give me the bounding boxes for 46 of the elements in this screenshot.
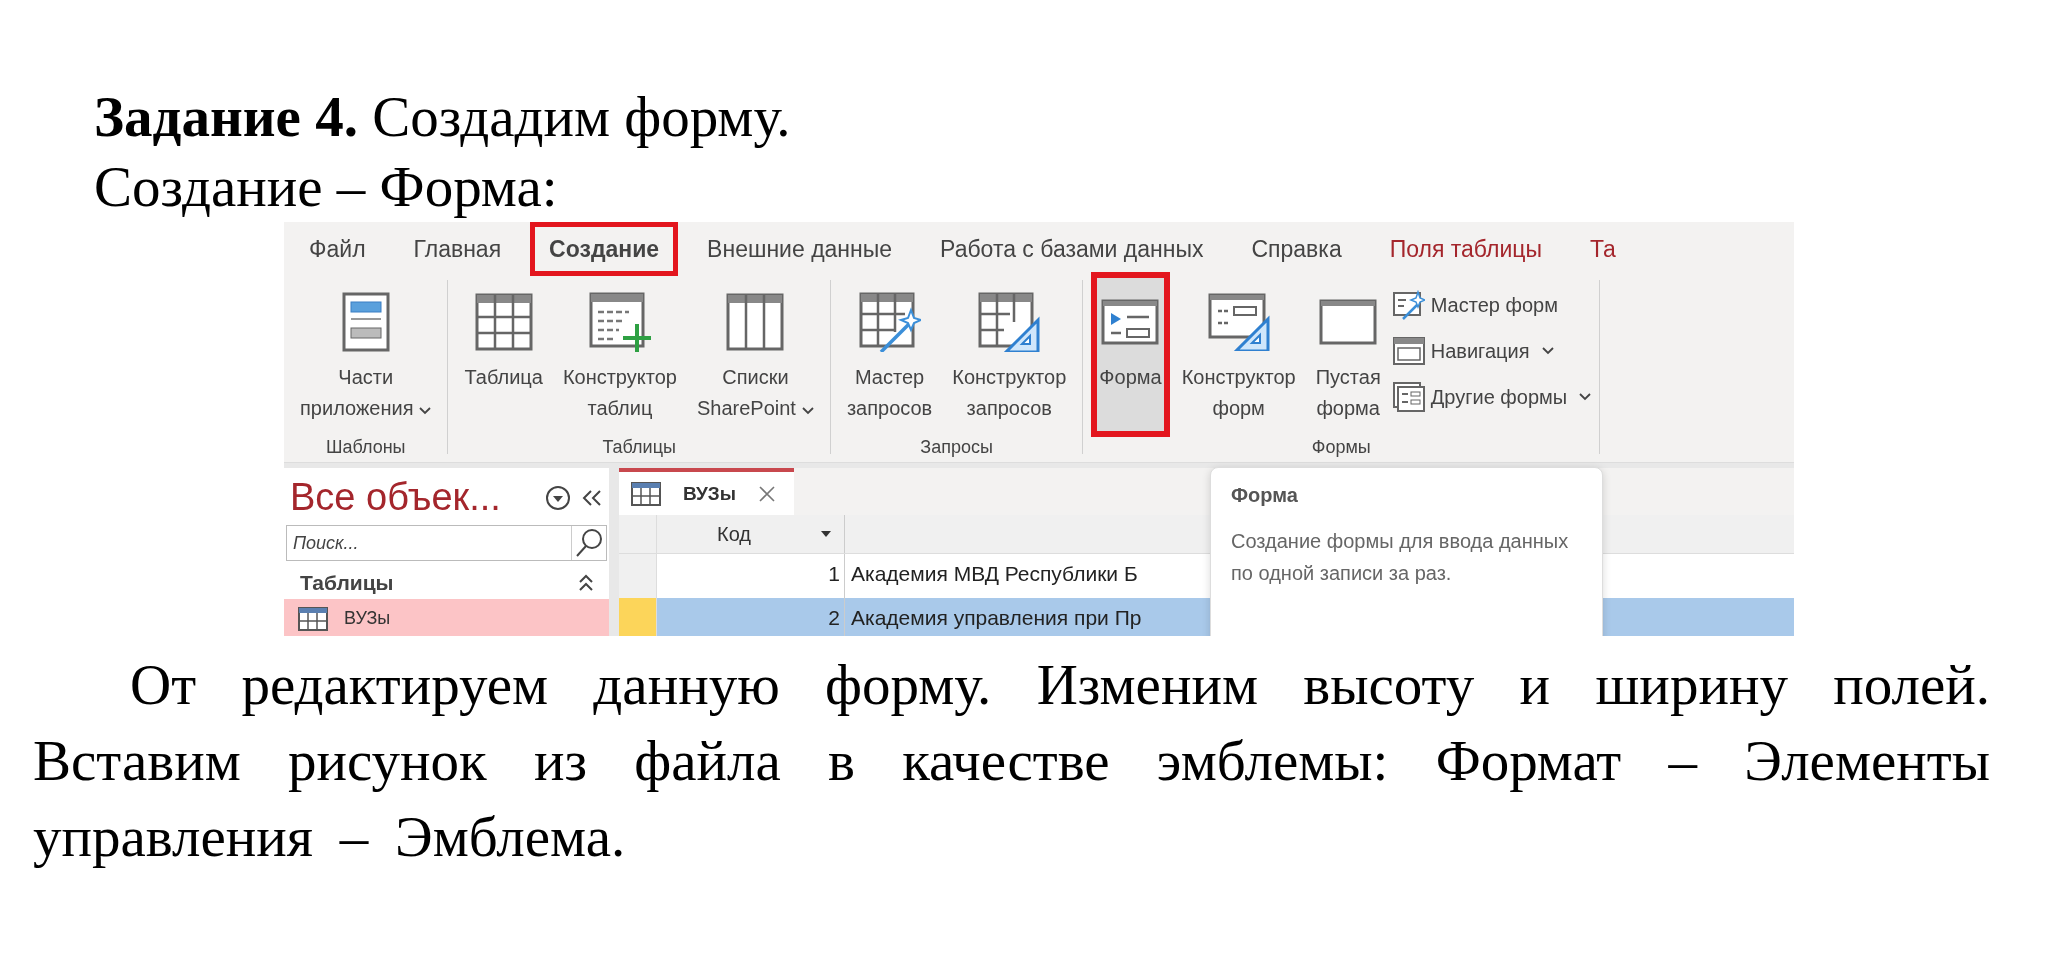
table-plus-icon [588, 292, 651, 352]
table-cell: 1 [828, 562, 840, 585]
chevron-down-icon [419, 407, 432, 415]
blank-form-icon [1319, 299, 1378, 345]
document-tab[interactable]: ВУЗы [619, 468, 794, 515]
table-cell: Академия управления при Пр [851, 606, 1142, 629]
group-label: Запросы [919, 437, 994, 459]
task-heading: Задание 4. Создадим форму. [93, 84, 792, 150]
ribbon-button[interactable]: Другие формы [1392, 378, 1592, 416]
chevron-down-icon [1541, 347, 1554, 355]
group-label: Таблицы [601, 437, 677, 459]
navigation-form-icon [1392, 337, 1425, 365]
pane-title[interactable]: Все объек... [290, 476, 535, 519]
chevron-down-icon [801, 407, 814, 415]
column-header[interactable]: Код [657, 515, 845, 553]
task-subheading: Создание – Форма: [93, 154, 559, 220]
forms-icon [1392, 382, 1425, 412]
caret-icon[interactable] [820, 530, 832, 538]
form-icon [1101, 299, 1160, 345]
table-cell: 2 [828, 606, 840, 629]
collapse-up-icon[interactable] [577, 574, 595, 592]
table-icon [631, 481, 661, 506]
table-cell: Академия МВД Республики Б [851, 562, 1138, 585]
ribbon-tab[interactable]: Создание [530, 222, 679, 276]
list-columns-icon [726, 293, 785, 351]
tooltip-title: Форма [1231, 484, 1299, 507]
form-ruler-icon [1207, 293, 1270, 351]
search-field[interactable]: Поиск... [286, 525, 607, 561]
table-grid-icon [474, 293, 533, 351]
form-layout-icon [341, 292, 390, 352]
ribbon-button[interactable]: Мастер форм [1392, 286, 1592, 324]
table-wand-icon [858, 292, 921, 352]
section-header[interactable]: Таблицы [300, 571, 394, 595]
group-label: Формы [1310, 437, 1372, 459]
ribbon-button[interactable]: Форма [1091, 272, 1170, 437]
table-icon [298, 606, 328, 631]
group-label: Шаблоны [324, 437, 407, 459]
dropdown-circle-icon[interactable] [545, 484, 571, 511]
chevron-down-icon [1579, 393, 1592, 401]
collapse-icon[interactable] [581, 488, 603, 507]
navigation-item[interactable]: ВУЗы [284, 599, 609, 636]
ribbon-tab[interactable]: Та [1570, 222, 1635, 276]
table-ruler-icon [978, 292, 1041, 352]
close-icon[interactable] [757, 484, 776, 503]
ribbon-button[interactable]: Навигация [1392, 332, 1592, 370]
task-paragraph: От редактируем данную форму. Изменим высоту и ширину полей. Вставим рисунок из файла в качестве эмблемы: Формат – Элементы управления – Эмблема. [33, 652, 1990, 870]
